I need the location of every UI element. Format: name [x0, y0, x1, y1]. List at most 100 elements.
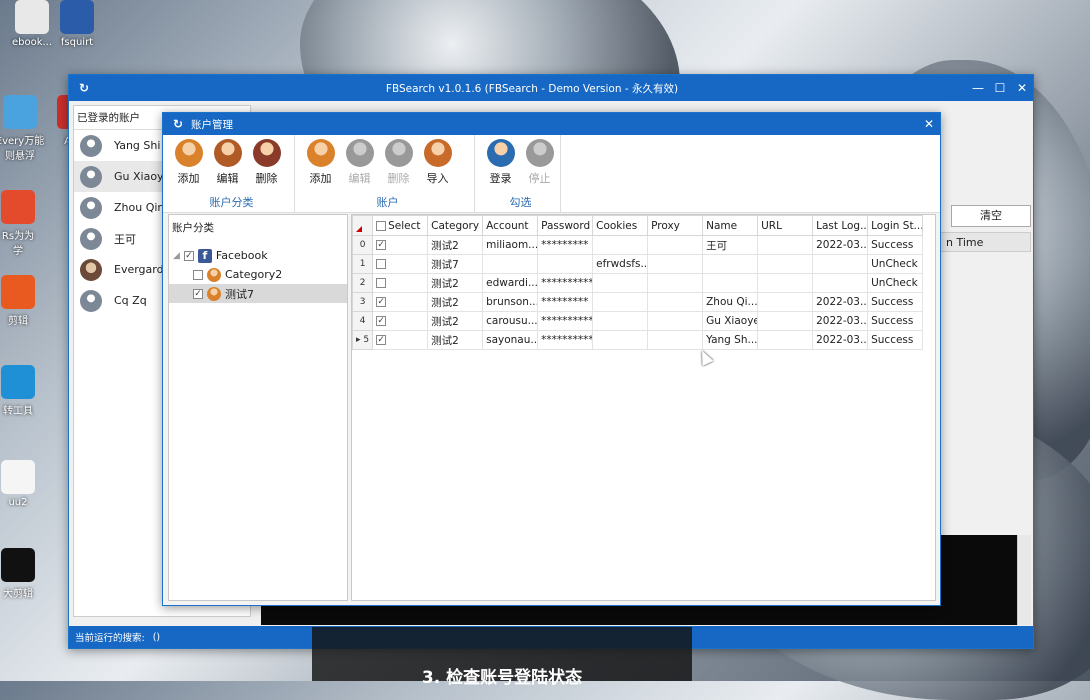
- minimize-button[interactable]: —: [967, 77, 989, 99]
- toolbar-button-edit-user-icon[interactable]: 编辑: [208, 139, 247, 186]
- cell-proxy: [647, 273, 704, 293]
- cell-cookies: efrwdsfs...: [592, 254, 649, 274]
- toolbar-button-import-icon[interactable]: 导入: [418, 139, 457, 186]
- cell-password: **********: [537, 311, 594, 331]
- table-row[interactable]: 1 测试7 efrwdsfs... UnCheck: [352, 254, 924, 274]
- table-row[interactable]: 3 ✓ 测试2 brunson... ********* Zhou Qi... 2022-0…: [352, 292, 924, 312]
- select-cell[interactable]: [372, 254, 429, 274]
- column-header-label: Name: [706, 219, 738, 232]
- column-header[interactable]: Account: [482, 215, 539, 236]
- column-header[interactable]: Cookies: [592, 215, 649, 236]
- cell-name: Yang Sh...: [702, 330, 759, 350]
- edit-user-icon: [345, 139, 374, 167]
- maximize-button[interactable]: ☐: [989, 77, 1011, 99]
- toolbar-button-edit-user-icon[interactable]: 编辑: [340, 139, 379, 186]
- tree-node-facebook[interactable]: ◢ ✓ f Facebook: [169, 246, 347, 265]
- toolbar-button-label: 编辑: [216, 172, 239, 185]
- row-checkbox[interactable]: ✓: [376, 335, 387, 345]
- toolbar-button-add-user-icon[interactable]: 添加: [301, 139, 340, 186]
- tree-node-label: 测试7: [225, 287, 254, 301]
- dialog-close-button[interactable]: ✕: [918, 113, 940, 135]
- select-cell[interactable]: ✓: [372, 311, 429, 331]
- column-header[interactable]: URL: [757, 215, 814, 236]
- desktop-icon[interactable]: 转工具: [0, 365, 50, 417]
- dialog-title: 账户管理: [191, 118, 233, 131]
- cell-proxy: [647, 330, 704, 350]
- account-name: Gu Xiaoy: [114, 170, 164, 183]
- close-button[interactable]: ✕: [1011, 77, 1033, 99]
- cell-category: 测试2: [427, 273, 484, 293]
- tree-node-category[interactable]: ✓ 测试7: [169, 284, 347, 303]
- tree-checkbox[interactable]: [193, 269, 203, 280]
- delete-user-icon: [384, 139, 413, 167]
- app-icon: [1, 365, 35, 399]
- desktop-icon[interactable]: 剪辑: [0, 275, 50, 327]
- column-header-label: Category: [431, 219, 480, 232]
- tree-node-category[interactable]: Category2: [169, 265, 347, 284]
- toolbar-button-label: 导入: [426, 172, 449, 185]
- column-header[interactable]: Login St...: [867, 215, 924, 236]
- toolbar-button-label: 添加: [177, 172, 200, 185]
- toolbar-button-delete-user-icon[interactable]: 删除: [379, 139, 418, 186]
- cell-account: [482, 254, 539, 274]
- column-header-label: Cookies: [596, 219, 638, 232]
- desktop-icon-label: fsquirt: [60, 37, 94, 48]
- row-checkbox[interactable]: [376, 278, 387, 288]
- log-scrollbar[interactable]: [1017, 535, 1031, 625]
- table-row[interactable]: 4 ✓ 测试2 carousu... ********** Gu Xiaoye 2022-0…: [352, 311, 924, 331]
- column-header[interactable]: Category: [427, 215, 484, 236]
- select-all-checkbox[interactable]: [376, 220, 387, 231]
- row-checkbox[interactable]: ✓: [376, 316, 387, 326]
- select-cell[interactable]: [372, 273, 429, 293]
- cell-status: Success: [867, 311, 924, 331]
- clear-button[interactable]: 清空: [951, 205, 1031, 227]
- desktop-icon[interactable]: Rs为为 学: [0, 190, 50, 257]
- row-checkbox[interactable]: ✓: [376, 297, 387, 307]
- column-header[interactable]: Select: [372, 215, 429, 236]
- select-cell[interactable]: ✓: [372, 292, 429, 312]
- desktop-icon[interactable]: 大剪辑: [0, 548, 50, 600]
- select-cell[interactable]: ✓: [372, 235, 429, 255]
- toolbar-button-stop-icon[interactable]: 停止: [520, 139, 559, 186]
- app-icon: [1, 460, 35, 494]
- status-label: 当前运行的搜索:: [75, 633, 145, 644]
- cell-proxy: [647, 292, 704, 312]
- toolbar-button-label: 删除: [387, 172, 410, 185]
- status-value: (): [152, 631, 161, 643]
- desktop-icon-label: Rs为为 学: [1, 231, 35, 257]
- select-cell[interactable]: ✓: [372, 330, 429, 350]
- column-header[interactable]: Last Log...: [812, 215, 869, 236]
- column-header[interactable]: Password: [537, 215, 594, 236]
- cell-last: 2022-03...: [812, 235, 869, 255]
- column-header[interactable]: Proxy: [647, 215, 704, 236]
- cell-status: Success: [867, 330, 924, 350]
- toolbar-button-login-icon[interactable]: 登录: [481, 139, 520, 186]
- cell-name: Zhou Qi...: [702, 292, 759, 312]
- cell-proxy: [647, 311, 704, 331]
- desktop-icon[interactable]: fsquirt: [45, 0, 109, 48]
- row-header: 0: [352, 235, 374, 255]
- column-header[interactable]: Name: [702, 215, 759, 236]
- app-icon: [1, 548, 35, 582]
- tree-checkbox[interactable]: ✓: [193, 288, 203, 299]
- toolbar-button-add-user-icon[interactable]: 添加: [169, 139, 208, 186]
- toolbar-button-label: 登录: [489, 172, 512, 185]
- table-row[interactable]: 2 测试2edwardi...*********** UnCheck: [352, 273, 924, 293]
- expand-icon[interactable]: ◢: [173, 251, 180, 261]
- cell-name: 王可: [702, 235, 759, 255]
- log-header: n Time: [939, 232, 1031, 252]
- table-row[interactable]: ▸ 5✓ 测试2sayonau...*********** Yang Sh... 20…: [352, 330, 924, 350]
- row-checkbox[interactable]: [376, 259, 387, 269]
- desktop-icon[interactable]: uu2: [0, 460, 50, 508]
- desktop-icon-label: uu2: [8, 497, 28, 508]
- cell-name: [702, 254, 759, 274]
- row-checkbox[interactable]: ✓: [376, 240, 387, 250]
- toolbar-button-delete-user-icon[interactable]: 删除: [247, 139, 286, 186]
- facebook-icon: f: [197, 248, 212, 263]
- cell-proxy: [647, 254, 704, 274]
- column-header-label: URL: [761, 219, 782, 232]
- time-column-header: n Time: [946, 236, 984, 249]
- cell-password: *********: [537, 235, 594, 255]
- tree-checkbox[interactable]: ✓: [183, 250, 194, 261]
- table-row[interactable]: 0 ✓ 测试2 miliaom... ********* 王可 2022-03... Succ…: [352, 235, 924, 255]
